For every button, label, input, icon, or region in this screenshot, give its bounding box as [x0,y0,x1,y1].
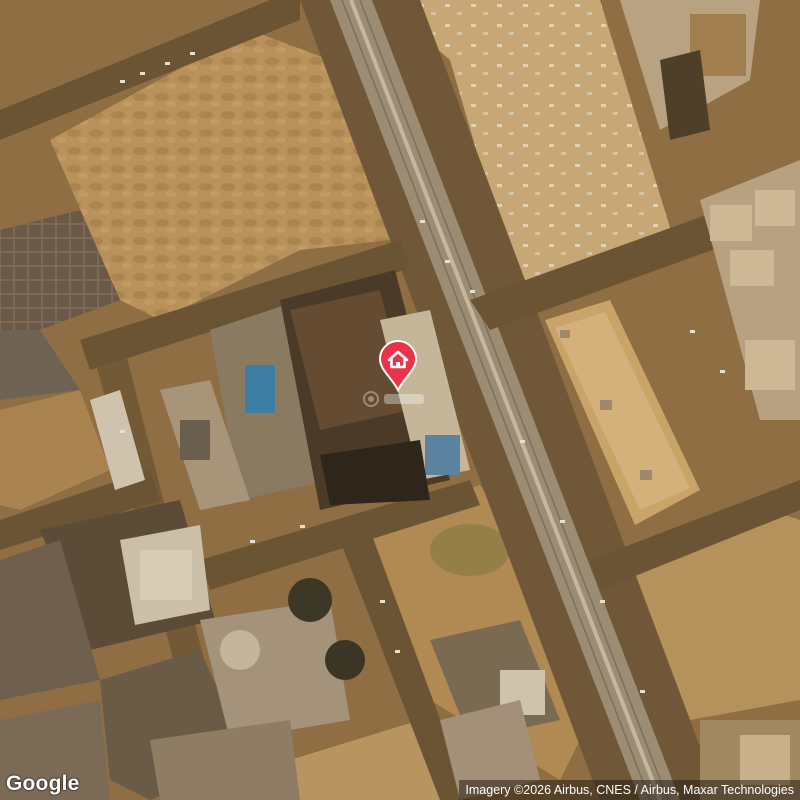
google-logo: Google [6,772,80,795]
location-pin-icon[interactable] [378,340,418,392]
satellite-map[interactable]: Google Imagery ©2026 Airbus, CNES / Airb… [0,0,800,800]
imagery-attribution: Imagery ©2026 Airbus, CNES / Airbus, Max… [459,780,800,800]
